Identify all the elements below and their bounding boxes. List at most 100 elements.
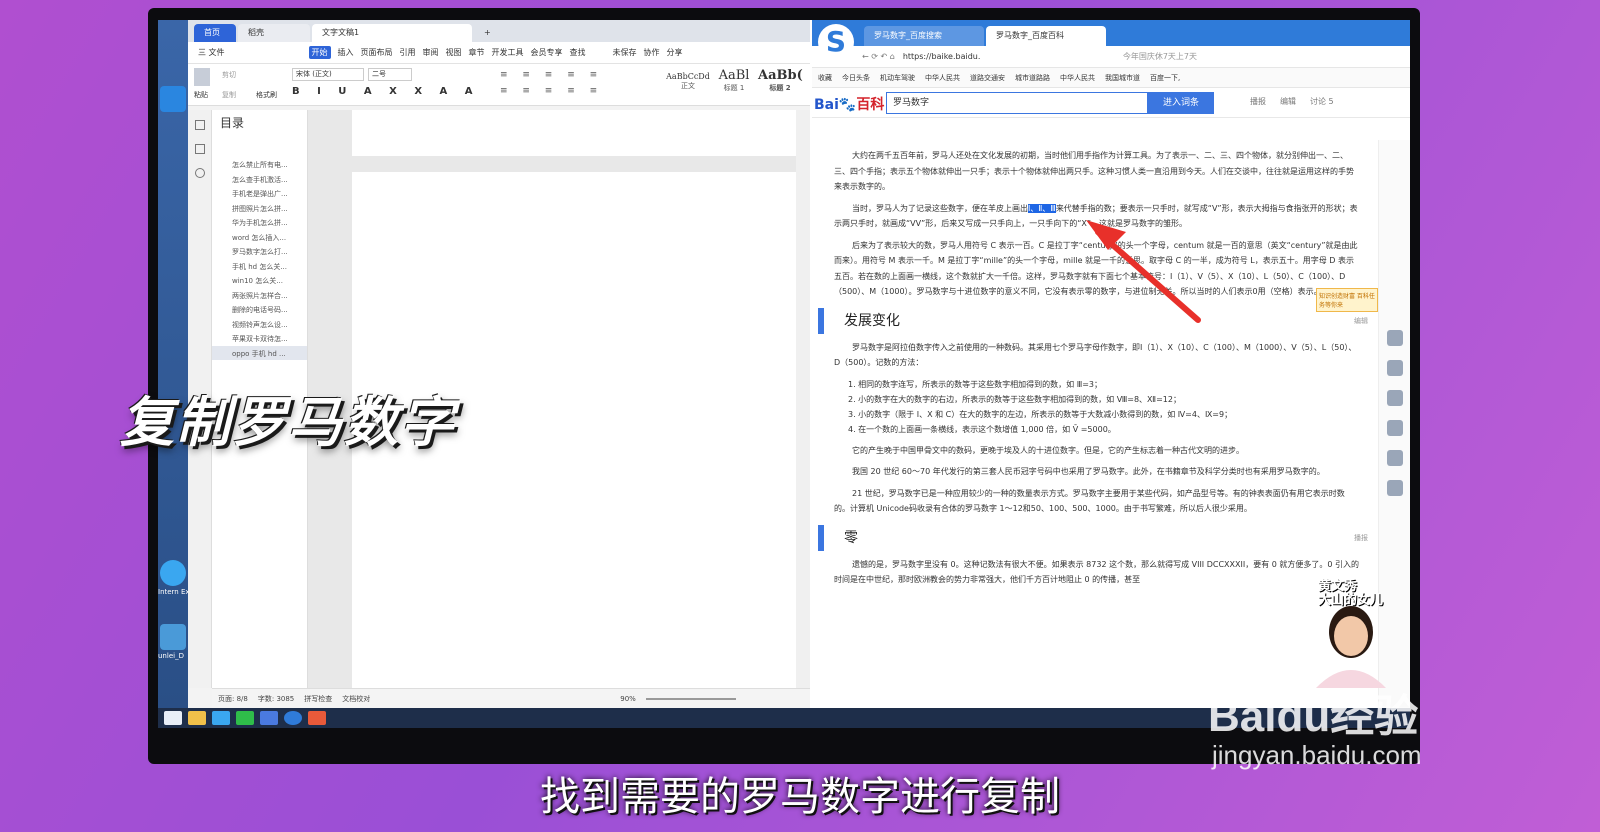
- bookmark-item[interactable]: 道路交通安: [970, 73, 1005, 83]
- bookmark-item[interactable]: 收藏: [818, 73, 832, 83]
- task-tip-badge[interactable]: 知识创造财富 百科任务等你来: [1316, 288, 1378, 312]
- section-broadcast[interactable]: 播报: [1354, 525, 1368, 551]
- paste-button[interactable]: 粘贴: [194, 90, 208, 100]
- wps-taskbar-icon[interactable]: [308, 711, 326, 725]
- toc-item[interactable]: word 怎么插入...: [212, 230, 307, 245]
- zoom-slider[interactable]: [645, 697, 736, 700]
- section-heading-development: 发展变化 编辑: [818, 307, 1378, 334]
- style-normal[interactable]: AaBbCcDd 正文: [666, 72, 710, 104]
- paragraph-buttons[interactable]: ≡ ≡ ≡ ≡ ≡: [500, 70, 603, 80]
- menu-view[interactable]: 视图: [446, 47, 462, 58]
- bookmark-item[interactable]: 百度一下,: [1150, 73, 1180, 83]
- menu-insert[interactable]: 插入: [338, 47, 354, 58]
- windows-start-icon[interactable]: [164, 711, 182, 725]
- bookmark-item[interactable]: 我国城市道: [1105, 73, 1140, 83]
- wps-statusbar: 页面: 8/8 字数: 3085 拼写检查 文档校对 90%: [212, 688, 810, 708]
- selected-roman-numerals[interactable]: Ⅰ、Ⅱ、Ⅲ: [1028, 203, 1056, 213]
- doc-scrollbar[interactable]: [796, 110, 810, 688]
- font-select[interactable]: 宋体 (正文): [292, 68, 364, 81]
- paste-icon[interactable]: [194, 68, 210, 86]
- toc-item[interactable]: 苹果双卡双待怎...: [212, 331, 307, 346]
- proofread-button[interactable]: 文档校对: [342, 694, 370, 704]
- menu-dev[interactable]: 开发工具: [492, 47, 524, 58]
- security-icon[interactable]: [160, 86, 186, 112]
- section-heading-zero: 零 播报: [818, 524, 1378, 551]
- toc-item[interactable]: oppo 手机 hd ...: [212, 345, 307, 360]
- toc-item[interactable]: 删除的电话号码...: [212, 302, 307, 317]
- browser-taskbar-icon[interactable]: [212, 711, 230, 725]
- format-buttons[interactable]: B I U A X X A A: [292, 86, 479, 97]
- search-icon[interactable]: [194, 168, 205, 178]
- toc-item[interactable]: 怎么查手机激活...: [212, 172, 307, 187]
- discuss-link[interactable]: 讨论 5: [1310, 96, 1334, 107]
- spellcheck-button[interactable]: 拼写检查: [304, 694, 332, 704]
- baike-logo[interactable]: Bai🐾百科: [814, 94, 884, 114]
- bookmark-item[interactable]: 机动车驾驶: [880, 73, 915, 83]
- style-heading2[interactable]: AaBb(标题 2: [758, 68, 803, 100]
- toc-item[interactable]: 华为手机怎么拼...: [212, 215, 307, 230]
- article-content: 大约在两千五百年前，罗马人还处在文化发展的初期，当时他们用手指作为计算工具。为了…: [812, 140, 1378, 708]
- edit-link[interactable]: 编辑: [1280, 96, 1296, 107]
- toc-item[interactable]: 罗马数字怎么打...: [212, 244, 307, 259]
- tab-baike[interactable]: 罗马数字_百度百科: [986, 26, 1106, 46]
- toc-item[interactable]: 两张照片怎样合...: [212, 288, 307, 303]
- tab-daoke[interactable]: 稻壳: [238, 24, 310, 42]
- bookmark-item[interactable]: 中华人民共: [925, 73, 960, 83]
- menu-section[interactable]: 章节: [469, 47, 485, 58]
- gift-icon[interactable]: [1386, 330, 1403, 346]
- explorer-icon[interactable]: [188, 711, 206, 725]
- text-run: 当时，罗马人为了记录这些数字，便在羊皮上画出: [852, 203, 1028, 213]
- tab-document[interactable]: 文字文稿1: [312, 24, 472, 42]
- format-painter-button[interactable]: 格式刷: [256, 90, 277, 100]
- bookmark-item[interactable]: 今日头条: [842, 73, 870, 83]
- menu-layout[interactable]: 页面布局: [361, 47, 393, 58]
- menu-review[interactable]: 审阅: [423, 47, 439, 58]
- toc-item[interactable]: 怎么禁止所有电...: [212, 157, 307, 172]
- unsaved-label[interactable]: 未保存: [613, 47, 637, 58]
- toc-item[interactable]: 手机老是弹出广...: [212, 186, 307, 201]
- screen: Intern Explor unlei_D 首页 稻壳 文字文稿1 + 三 文件…: [158, 20, 1410, 728]
- align-buttons[interactable]: ≡ ≡ ≡ ≡ ≡: [500, 86, 603, 96]
- menu-file[interactable]: 三 文件: [198, 47, 225, 58]
- nav-buttons[interactable]: ← ⟳ ↶ ⌂: [862, 52, 895, 61]
- thunder-icon[interactable]: [160, 624, 186, 650]
- mobile-icon[interactable]: [1386, 480, 1403, 496]
- qq-icon[interactable]: [1386, 450, 1403, 466]
- new-tab-button[interactable]: +: [474, 24, 501, 42]
- toc-item[interactable]: 手机 hd 怎么关...: [212, 259, 307, 274]
- wechat-icon[interactable]: [1386, 420, 1403, 436]
- page-count: 页面: 8/8: [218, 694, 248, 703]
- copy-button[interactable]: 复制: [222, 90, 236, 100]
- broadcast-link[interactable]: 播报: [1250, 96, 1266, 107]
- app-taskbar-icon[interactable]: [260, 711, 278, 725]
- toc-item[interactable]: 拼图照片怎么拼...: [212, 201, 307, 216]
- wechat-taskbar-icon[interactable]: [236, 711, 254, 725]
- toc-item[interactable]: win10 怎么关...: [212, 273, 307, 288]
- bookmark-item[interactable]: 中华人民共: [1060, 73, 1095, 83]
- baike-search-input[interactable]: 罗马数字: [886, 92, 1148, 114]
- zoom-level[interactable]: 90%: [620, 695, 636, 703]
- enter-entry-button[interactable]: 进入词条: [1148, 92, 1214, 114]
- style-heading1[interactable]: AaBl 标题 1: [712, 68, 756, 100]
- menu-start[interactable]: 开始: [308, 46, 331, 59]
- star-icon[interactable]: [1386, 360, 1403, 376]
- url-input[interactable]: https://baike.baidu.: [903, 52, 1033, 61]
- weibo-icon[interactable]: [1386, 390, 1403, 406]
- tab-search[interactable]: 罗马数字_百度搜索: [864, 26, 984, 46]
- ie-icon[interactable]: [160, 560, 186, 586]
- bookmark-icon[interactable]: [194, 144, 205, 154]
- share-button[interactable]: 分享: [667, 47, 683, 58]
- cut-button[interactable]: 剪切: [222, 70, 236, 80]
- toc-item[interactable]: 视频铃声怎么设...: [212, 317, 307, 332]
- sogou-taskbar-icon[interactable]: [284, 711, 302, 725]
- toc-tools[interactable]: [212, 135, 307, 157]
- collab-button[interactable]: 协作: [644, 47, 660, 58]
- tab-home[interactable]: 首页: [194, 24, 236, 42]
- bookmark-item[interactable]: 城市道路路: [1015, 73, 1050, 83]
- menu-member[interactable]: 会员专享: [531, 47, 563, 58]
- style-label: 标题 1: [723, 84, 745, 92]
- size-select[interactable]: 二号: [368, 68, 412, 81]
- outline-icon[interactable]: [194, 120, 205, 130]
- menu-reference[interactable]: 引用: [400, 47, 416, 58]
- menu-search[interactable]: 查找: [570, 47, 586, 58]
